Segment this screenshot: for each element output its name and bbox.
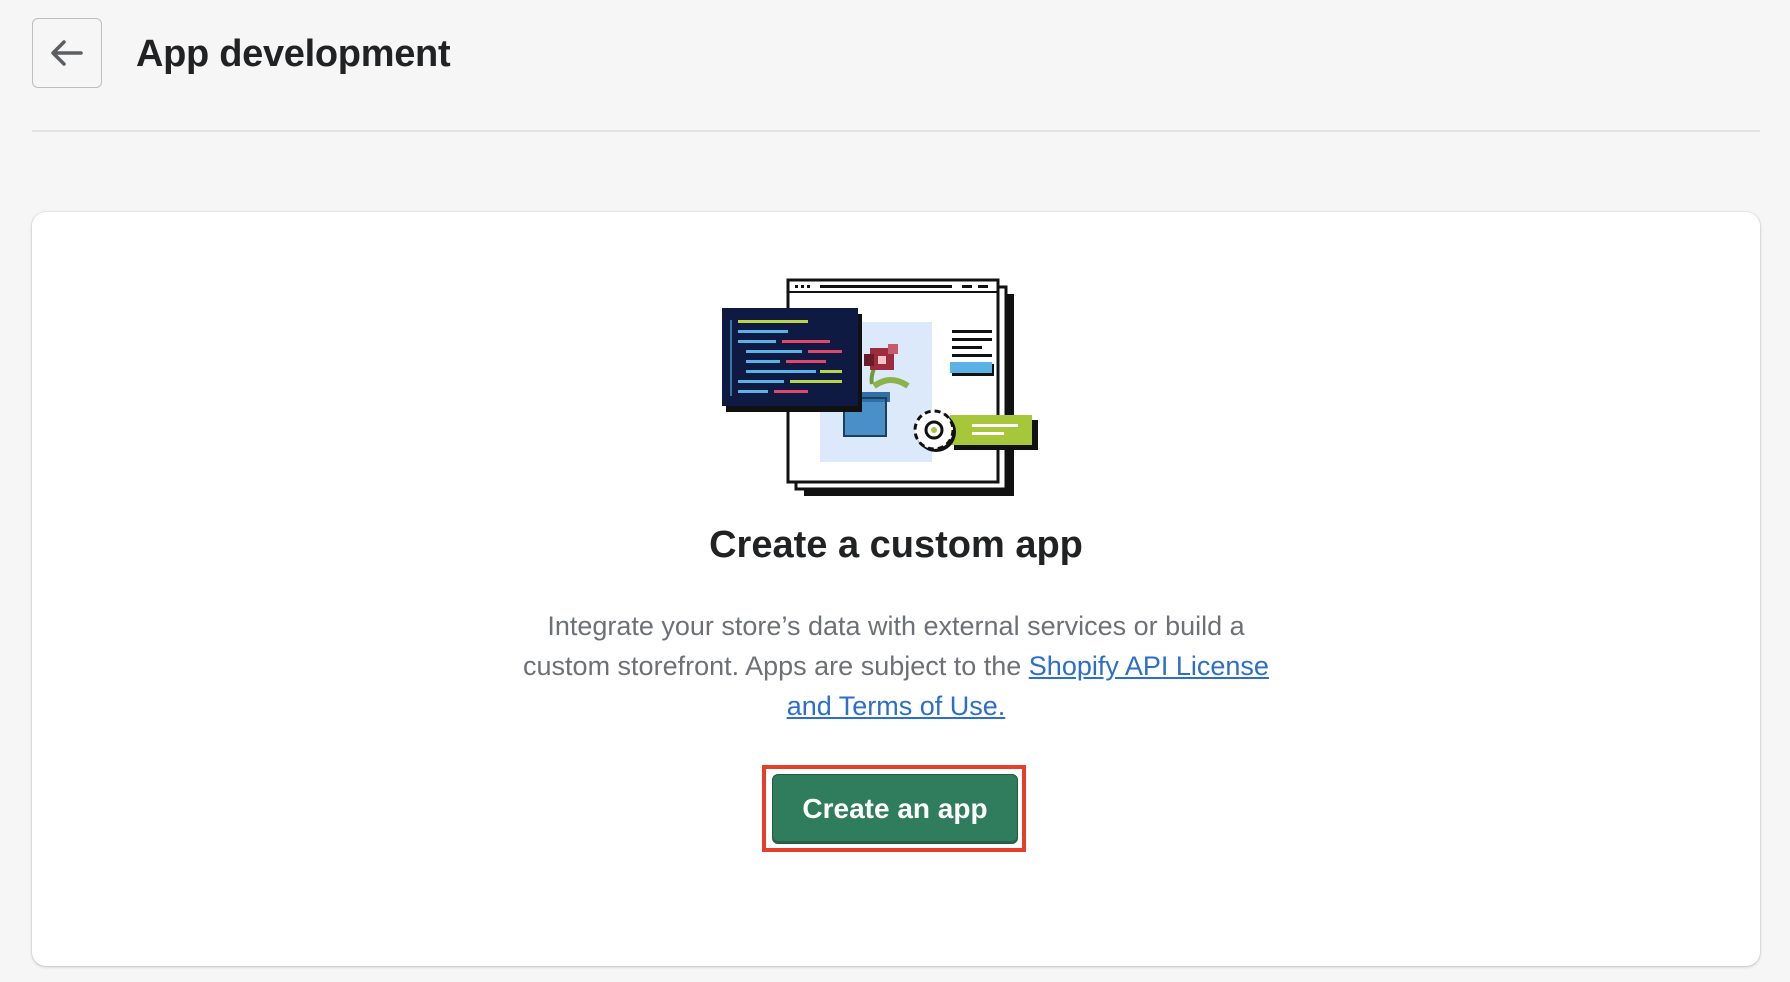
back-button[interactable] — [32, 18, 102, 88]
card-heading: Create a custom app — [709, 524, 1083, 566]
create-app-button[interactable]: Create an app — [772, 774, 1018, 844]
custom-app-card: Create a custom app Integrate your store… — [32, 212, 1760, 966]
custom-app-illustration — [722, 278, 1038, 496]
header-divider — [32, 130, 1760, 132]
card-description: Integrate your store’s data with externa… — [502, 606, 1290, 726]
page-title: App development — [136, 33, 451, 75]
arrow-left-icon — [51, 40, 83, 66]
